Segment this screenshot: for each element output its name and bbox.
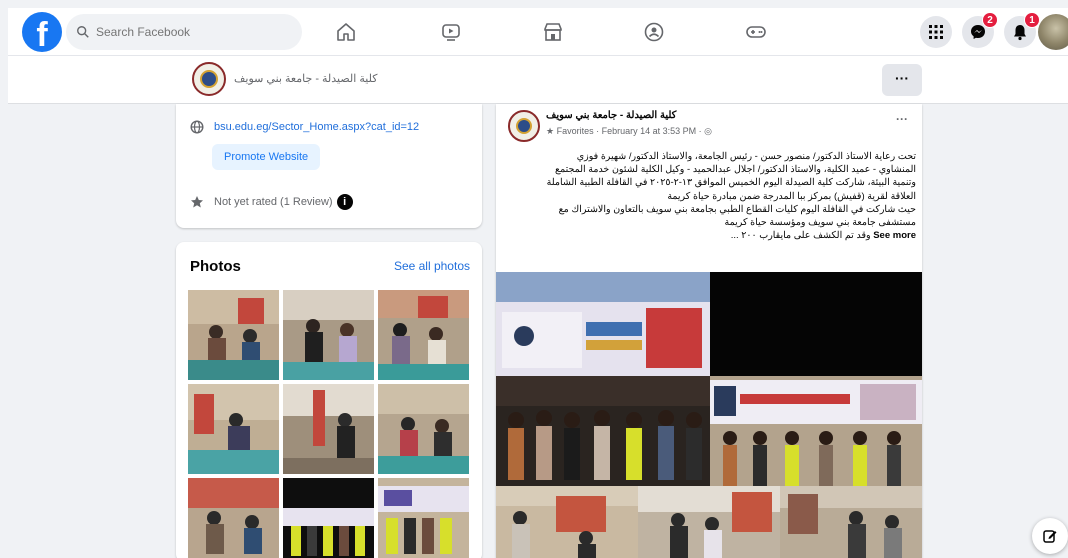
page-subheader: كلية الصيدلة - جامعة بني سويف ··· (8, 56, 1068, 104)
post-text-line: وتنمية البيئة، شاركت كلية الصيدلة اليوم … (546, 177, 916, 189)
rating-row: Not yet rated (1 Review) i (190, 194, 353, 210)
search-bar[interactable] (66, 14, 302, 50)
post-text-line: حيث شاركت في القافلة اليوم كليات القطاع … (558, 203, 916, 215)
post-image[interactable] (496, 376, 710, 486)
notifications-button[interactable]: 1 (1004, 12, 1040, 48)
photo-thumbnail[interactable] (188, 290, 279, 380)
page-name[interactable]: كلية الصيدلة - جامعة بني سويف (234, 72, 377, 85)
marketplace-icon[interactable] (541, 20, 565, 44)
post-options-button[interactable]: ··· (896, 112, 908, 126)
photo-thumbnail[interactable] (188, 478, 279, 558)
search-input[interactable] (96, 25, 276, 39)
post-text-line: تحت رعاية الاستاذ الدكتور/ منصور حسن - ر… (576, 151, 916, 162)
photo-thumbnail[interactable] (283, 384, 374, 474)
compose-icon (1043, 530, 1057, 543)
search-icon (77, 26, 89, 38)
post-text-line: العلاقة لقرية (قفيش) بمركز ببا المدرجة ض… (667, 190, 916, 202)
see-more-link[interactable]: See more (873, 230, 916, 241)
promote-website-button[interactable]: Promote Website (212, 144, 321, 170)
globe-icon (190, 120, 204, 134)
page-avatar[interactable] (192, 62, 226, 96)
intro-card: bsu.edu.eg/Sector_Home.aspx?cat_id=12 Pr… (176, 104, 482, 228)
top-navigation-bar: f 2 1 (8, 8, 1068, 56)
photo-thumbnail[interactable] (378, 384, 469, 474)
grid-menu-icon (929, 25, 943, 39)
profile-avatar[interactable] (1038, 14, 1068, 50)
post-text-line: See more وقد تم الكشف على مايقارب ٢٠٠ ..… (730, 230, 916, 242)
new-message-button[interactable] (1032, 518, 1068, 554)
post-author[interactable]: كلية الصيدلة - جامعة بني سويف (546, 110, 676, 121)
photo-thumbnail[interactable] (283, 290, 374, 380)
post-author-avatar[interactable] (508, 110, 540, 142)
post-text: تحت رعاية الاستاذ الدكتور/ منصور حسن - ر… (506, 150, 916, 242)
photo-thumbnail[interactable] (378, 478, 469, 558)
more-options-button[interactable]: ··· (882, 64, 922, 96)
post-meta[interactable]: ★ Favorites · February 14 at 3:53 PM · ◎ (546, 126, 712, 137)
post-image[interactable] (710, 272, 922, 376)
photo-thumbnail[interactable] (283, 478, 374, 558)
photo-thumbnail[interactable] (378, 290, 469, 380)
rating-text[interactable]: Not yet rated (1 Review) (214, 196, 333, 208)
post-image[interactable] (710, 376, 922, 486)
website-row: bsu.edu.eg/Sector_Home.aspx?cat_id=12 (190, 120, 419, 134)
messenger-badge: 2 (982, 12, 998, 28)
post-image[interactable] (496, 272, 710, 376)
photo-thumbnail[interactable] (188, 384, 279, 474)
see-all-photos-link[interactable]: See all photos (394, 259, 470, 273)
post-card: كلية الصيدلة - جامعة بني سويف ★ Favorite… (496, 104, 922, 558)
post-image[interactable] (780, 486, 922, 558)
facebook-logo[interactable]: f (22, 12, 62, 52)
info-icon[interactable]: i (336, 194, 353, 210)
photos-title: Photos (190, 258, 241, 275)
notifications-badge: 1 (1024, 12, 1040, 28)
post-image[interactable] (638, 486, 780, 558)
home-icon[interactable] (334, 20, 358, 44)
photos-card: Photos See all photos (176, 242, 482, 558)
post-text-line: المنشاوي - عميد الكلية، والاستاذ الدكتور… (555, 164, 916, 176)
post-text-line: مستشفى جامعة بني سويف ومؤسسة حياة كريمة (724, 217, 917, 229)
watch-icon[interactable] (439, 20, 463, 44)
gaming-icon[interactable] (744, 20, 768, 44)
website-link[interactable]: bsu.edu.eg/Sector_Home.aspx?cat_id=12 (214, 121, 419, 133)
star-icon (191, 196, 203, 208)
post-image[interactable] (496, 486, 638, 558)
groups-icon[interactable] (642, 20, 666, 44)
menu-button[interactable] (920, 16, 952, 48)
messenger-button[interactable]: 2 (962, 12, 998, 48)
